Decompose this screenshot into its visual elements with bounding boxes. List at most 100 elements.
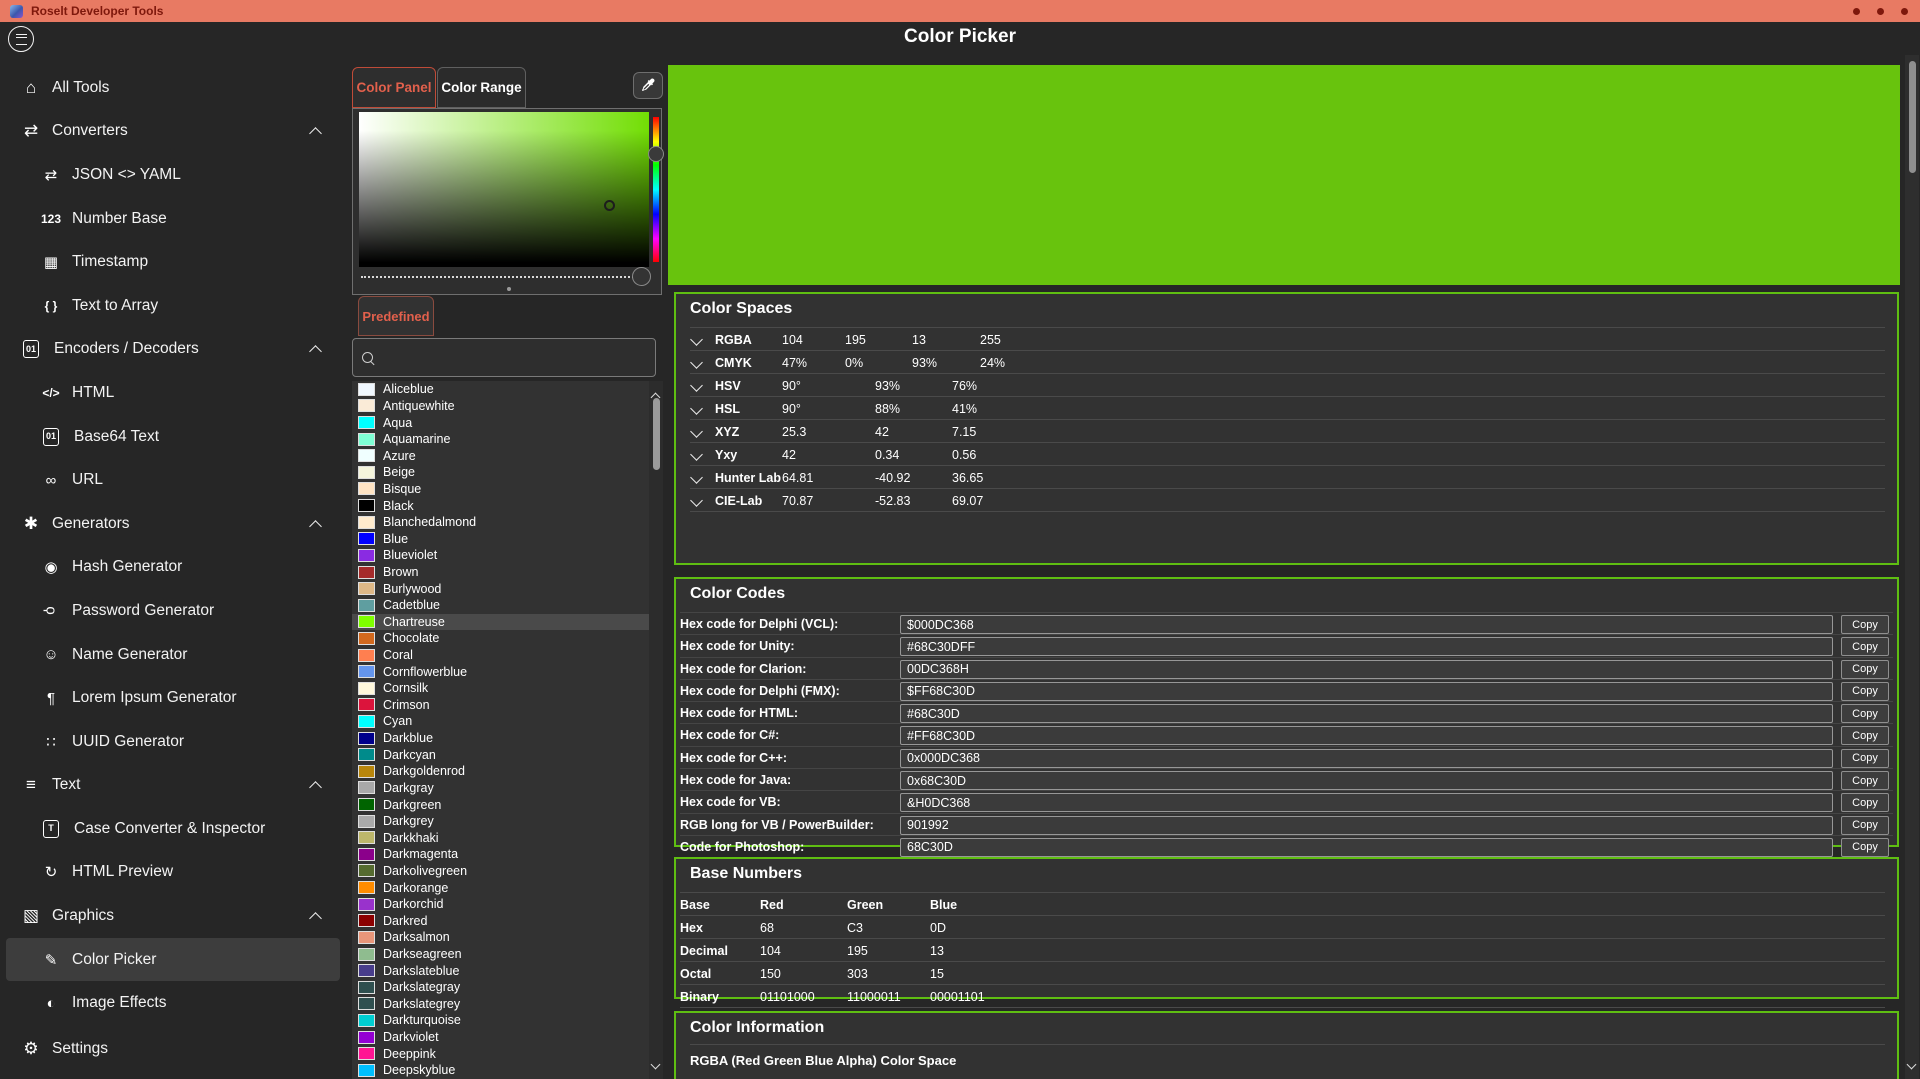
sidebar-item-text-to-array[interactable]: { }Text to Array xyxy=(6,284,340,328)
color-list-item-darkred[interactable]: Darkred xyxy=(352,913,649,930)
color-list-item-bisque[interactable]: Bisque xyxy=(352,481,649,498)
sidebar-item-case-converter-inspector[interactable]: TCase Converter & Inspector xyxy=(6,807,340,851)
color-list-item-darkcyan[interactable]: Darkcyan xyxy=(352,746,649,763)
sidebar-item-all-tools[interactable]: ⌂All Tools xyxy=(6,66,340,110)
color-list-item-darkgrey[interactable]: Darkgrey xyxy=(352,813,649,830)
sidebar-item-converters[interactable]: ⇄Converters xyxy=(6,110,340,154)
sidebar-item-password-generator[interactable]: ϙPassword Generator xyxy=(6,589,340,633)
close-button[interactable] xyxy=(1901,8,1908,15)
copy-button[interactable]: Copy xyxy=(1841,704,1889,723)
color-list-item-darkgreen[interactable]: Darkgreen xyxy=(352,796,649,813)
color-list-item-burlywood[interactable]: Burlywood xyxy=(352,580,649,597)
color-list-item-cornflowerblue[interactable]: Cornflowerblue xyxy=(352,663,649,680)
chevron-down-icon[interactable] xyxy=(690,333,703,346)
color-list-item-darkmagenta[interactable]: Darkmagenta xyxy=(352,846,649,863)
chevron-down-icon[interactable] xyxy=(690,379,703,392)
color-list-item-darkslateblue[interactable]: Darkslateblue xyxy=(352,962,649,979)
color-list-item-darkolivegreen[interactable]: Darkolivegreen xyxy=(352,863,649,880)
color-list-item-darkblue[interactable]: Darkblue xyxy=(352,730,649,747)
scroll-down-icon[interactable] xyxy=(652,1055,659,1073)
color-list-scrollbar[interactable] xyxy=(649,381,663,1079)
copy-button[interactable]: Copy xyxy=(1841,793,1889,812)
tab-color-range[interactable]: Color Range xyxy=(437,67,526,108)
copy-button[interactable]: Copy xyxy=(1841,660,1889,679)
color-code-value-field[interactable] xyxy=(900,704,1833,723)
color-list-item-antiquewhite[interactable]: Antiquewhite xyxy=(352,398,649,415)
color-list-item-blue[interactable]: Blue xyxy=(352,530,649,547)
color-list-item-darkseagreen[interactable]: Darkseagreen xyxy=(352,946,649,963)
copy-button[interactable]: Copy xyxy=(1841,682,1889,701)
chevron-down-icon[interactable] xyxy=(690,448,703,461)
chevron-up-icon[interactable] xyxy=(309,912,322,925)
color-list-item-azure[interactable]: Azure xyxy=(352,447,649,464)
color-cursor[interactable] xyxy=(604,200,615,211)
hue-slider[interactable] xyxy=(653,117,659,262)
sidebar-item-html-preview[interactable]: ↻HTML Preview xyxy=(6,851,340,895)
color-list-item-blueviolet[interactable]: Blueviolet xyxy=(352,547,649,564)
color-list-item-deeppink[interactable]: Deeppink xyxy=(352,1045,649,1062)
copy-button[interactable]: Copy xyxy=(1841,615,1889,634)
color-code-value-field[interactable] xyxy=(900,816,1833,835)
color-list-item-coral[interactable]: Coral xyxy=(352,647,649,664)
color-code-value-field[interactable] xyxy=(900,682,1833,701)
color-list-item-darkslategrey[interactable]: Darkslategrey xyxy=(352,996,649,1013)
sidebar-item-color-picker[interactable]: ✎Color Picker xyxy=(6,938,340,982)
color-list-item-deepskyblue[interactable]: Deepskyblue xyxy=(352,1062,649,1079)
sidebar-item-html[interactable]: </>HTML xyxy=(6,371,340,415)
color-code-value-field[interactable] xyxy=(900,838,1833,857)
sidebar-item-generators[interactable]: ✱Generators xyxy=(6,502,340,546)
sidebar-item-text[interactable]: ≡Text xyxy=(6,764,340,808)
color-code-value-field[interactable] xyxy=(900,793,1833,812)
sidebar-item-json-yaml[interactable]: ⇄JSON <> YAML xyxy=(6,153,340,197)
maximize-button[interactable] xyxy=(1877,8,1884,15)
color-code-value-field[interactable] xyxy=(900,726,1833,745)
color-code-value-field[interactable] xyxy=(900,749,1833,768)
chevron-down-icon[interactable] xyxy=(690,494,703,507)
color-list-item-beige[interactable]: Beige xyxy=(352,464,649,481)
hue-slider-handle[interactable] xyxy=(648,146,664,162)
color-list-item-aqua[interactable]: Aqua xyxy=(352,414,649,431)
alpha-slider-handle[interactable] xyxy=(632,267,651,286)
chevron-up-icon[interactable] xyxy=(309,345,322,358)
color-list-item-darksalmon[interactable]: Darksalmon xyxy=(352,929,649,946)
main-scrollbar[interactable] xyxy=(1905,55,1919,1079)
sidebar-item-name-generator[interactable]: ☺Name Generator xyxy=(6,633,340,677)
color-list-item-darkkhaki[interactable]: Darkkhaki xyxy=(352,829,649,846)
color-list-item-darkviolet[interactable]: Darkviolet xyxy=(352,1029,649,1046)
color-list-item-cyan[interactable]: Cyan xyxy=(352,713,649,730)
color-list-item-aquamarine[interactable]: Aquamarine xyxy=(352,431,649,448)
color-list-item-crimson[interactable]: Crimson xyxy=(352,697,649,714)
sidebar-item-base64-text[interactable]: 01Base64 Text xyxy=(6,415,340,459)
tab-color-panel[interactable]: Color Panel xyxy=(352,67,436,108)
sidebar-item-encoders-decoders[interactable]: 01Encoders / Decoders xyxy=(6,328,340,372)
saturation-value-panel[interactable] xyxy=(359,112,649,267)
sidebar-item-lorem-ipsum-generator[interactable]: ¶Lorem Ipsum Generator xyxy=(6,676,340,720)
copy-button[interactable]: Copy xyxy=(1841,771,1889,790)
color-list-item-chocolate[interactable]: Chocolate xyxy=(352,630,649,647)
color-list-item-blanchedalmond[interactable]: Blanchedalmond xyxy=(352,514,649,531)
chevron-up-icon[interactable] xyxy=(309,520,322,533)
copy-button[interactable]: Copy xyxy=(1841,637,1889,656)
chevron-down-icon[interactable] xyxy=(690,356,703,369)
minimize-button[interactable] xyxy=(1853,8,1860,15)
sidebar-item-uuid-generator[interactable]: ∷UUID Generator xyxy=(6,720,340,764)
main-scrollbar-thumb[interactable] xyxy=(1909,61,1916,173)
sidebar-item-graphics[interactable]: ▧Graphics xyxy=(6,894,340,938)
color-code-value-field[interactable] xyxy=(900,660,1833,679)
sidebar-item-image-effects[interactable]: ◐Image Effects xyxy=(6,981,340,1025)
color-list-item-darkorange[interactable]: Darkorange xyxy=(352,879,649,896)
scroll-down-icon[interactable] xyxy=(1908,1055,1915,1073)
chevron-up-icon[interactable] xyxy=(309,128,322,141)
sidebar-item-hash-generator[interactable]: ◉Hash Generator xyxy=(6,546,340,590)
color-list-item-black[interactable]: Black xyxy=(352,497,649,514)
color-list-item-brown[interactable]: Brown xyxy=(352,564,649,581)
alpha-slider-track[interactable] xyxy=(361,276,642,278)
color-list-item-cadetblue[interactable]: Cadetblue xyxy=(352,597,649,614)
copy-button[interactable]: Copy xyxy=(1841,749,1889,768)
color-code-value-field[interactable] xyxy=(900,771,1833,790)
color-list-item-aliceblue[interactable]: Aliceblue xyxy=(352,381,649,398)
copy-button[interactable]: Copy xyxy=(1841,726,1889,745)
color-list-item-darkorchid[interactable]: Darkorchid xyxy=(352,896,649,913)
sidebar-item-settings[interactable]: ⚙Settings xyxy=(6,1027,340,1071)
color-list-item-darkgoldenrod[interactable]: Darkgoldenrod xyxy=(352,763,649,780)
